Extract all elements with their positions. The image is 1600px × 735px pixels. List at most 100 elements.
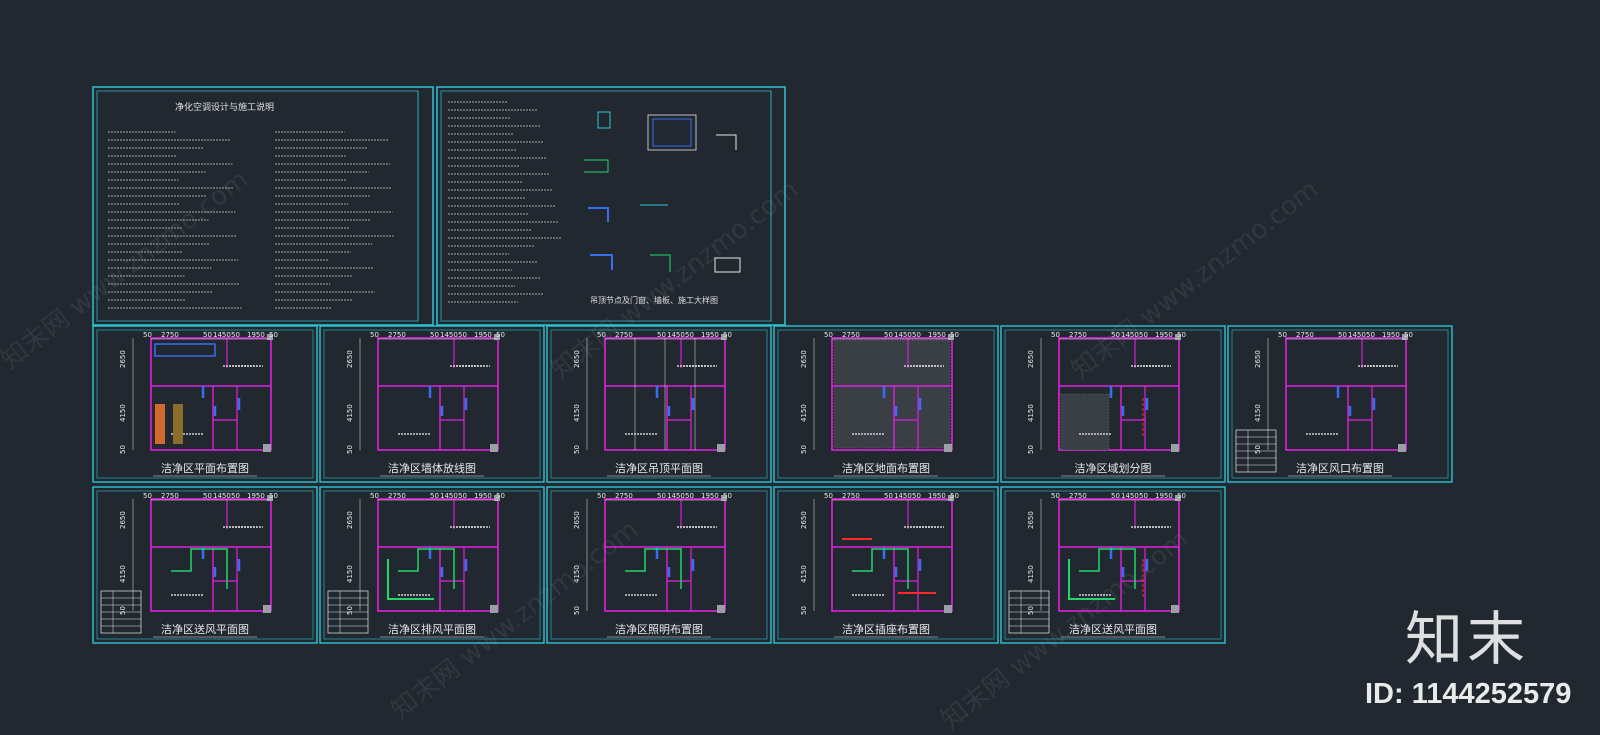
dimension-label: 1450 (213, 492, 231, 500)
dimension-label: 2750 (615, 331, 633, 339)
dimension-label: 50 (884, 331, 893, 339)
drawing-sheet[interactable]: 50 2750 50 1450 50 1950 502650415050洁净区插座布置图 (773, 486, 999, 644)
dimension-label: 50 (458, 492, 467, 500)
dimension-label: 2750 (842, 331, 860, 339)
dimension-label: 50 (496, 492, 505, 500)
legend-table (327, 590, 369, 634)
dimension-label: 50 (1027, 606, 1035, 615)
dimension-label: 50 (143, 492, 152, 500)
dimension-label: 4150 (573, 404, 581, 422)
dimension-label: 4150 (1027, 565, 1035, 583)
dimension-label: 50 (346, 445, 354, 454)
dimension-label: 50 (119, 606, 127, 615)
dimension-label: 1950 (1382, 331, 1400, 339)
sheet-title: 洁净区风口布置图 (1296, 461, 1384, 475)
dimension-label: 50 (496, 331, 505, 339)
sheet-title: 洁净区吊顶平面图 (615, 461, 703, 475)
dimension-label: 4150 (1027, 404, 1035, 422)
sheet-title: 洁净区域划分图 (1075, 461, 1152, 475)
dimension-label: 50 (597, 492, 606, 500)
dimension-label: 2750 (161, 331, 179, 339)
dimension-label: 1450 (1121, 331, 1139, 339)
dimension-label: 2650 (346, 511, 354, 529)
dimension-label: 4150 (1254, 404, 1262, 422)
sheet-title: 洁净区平面布置图 (161, 461, 249, 475)
dimension-label: 2650 (1254, 350, 1262, 368)
notes-sheet[interactable]: 净化空调设计与施工说明 (92, 86, 434, 326)
sheet-title: 洁净区墙体放线图 (388, 461, 476, 475)
notes-text-block (108, 131, 394, 309)
dimension-label: 4150 (346, 404, 354, 422)
dimension-label: 2750 (615, 492, 633, 500)
drawing-sheet[interactable]: 50 2750 50 1450 50 1950 502650415050洁净区平面布置图 (92, 325, 318, 483)
legend-table (1235, 429, 1277, 473)
dimension-label: 50 (203, 331, 212, 339)
dimension-label: 50 (597, 331, 606, 339)
dimension-label: 1950 (701, 331, 719, 339)
drawing-sheet[interactable]: 50 2750 50 1450 50 1950 502650415050洁净区送风平面图 (1000, 486, 1226, 644)
dimension-label: 50 (1254, 445, 1262, 454)
dimension-label: 2650 (346, 350, 354, 368)
dimension-label: 50 (203, 492, 212, 500)
dimension-label: 50 (231, 331, 240, 339)
drawing-sheet[interactable]: 50 2750 50 1450 50 1950 502650415050洁净区送风平面图 (92, 486, 318, 644)
dimension-label: 2650 (800, 350, 808, 368)
dimension-label: 50 (430, 331, 439, 339)
dimension-label: 50 (824, 492, 833, 500)
dimension-label: 2650 (800, 511, 808, 529)
dimension-label: 50 (231, 492, 240, 500)
details-sheet[interactable]: 吊顶节点及门窗、墙板、施工大样图 (436, 86, 786, 326)
drawing-sheet[interactable]: 50 2750 50 1450 50 1950 502650415050洁净区地面布置图 (773, 325, 999, 483)
image-id-label: ID: 1144252579 (1365, 678, 1572, 710)
floor-plan (1285, 334, 1408, 452)
dimension-label: 50 (1278, 331, 1287, 339)
dimension-label: 50 (912, 331, 921, 339)
dimension-label: 50 (1366, 331, 1375, 339)
dimension-label: 50 (1111, 331, 1120, 339)
brand-logo: 知末 (1405, 605, 1530, 673)
dimension-label: 50 (370, 331, 379, 339)
dimension-label: 1450 (213, 331, 231, 339)
dimension-label: 50 (950, 331, 959, 339)
dimension-label: 1950 (1155, 331, 1173, 339)
drawing-sheets-group: 50 2750 50 1450 50 1950 502650415050洁净区平面布置图50… (92, 325, 1453, 644)
dimension-label: 50 (370, 492, 379, 500)
dimension-label: 50 (346, 606, 354, 615)
floor-plan (150, 495, 273, 613)
drawing-sheet[interactable]: 50 2750 50 1450 50 1950 502650415050洁净区墙体放线图 (319, 325, 545, 483)
dimension-label: 50 (657, 492, 666, 500)
dimension-label: 2650 (119, 350, 127, 368)
dimension-label: 2650 (1027, 350, 1035, 368)
dimension-label: 1950 (701, 492, 719, 500)
dimension-label: 50 (685, 492, 694, 500)
dimension-label: 50 (1177, 492, 1186, 500)
dimension-label: 50 (1027, 445, 1035, 454)
sheet-title: 洁净区排风平面图 (388, 622, 476, 636)
floor-plan (831, 495, 954, 613)
dimension-label: 50 (1139, 331, 1148, 339)
dimension-label: 4150 (119, 565, 127, 583)
dimension-label: 50 (1051, 492, 1060, 500)
dimension-label: 50 (119, 445, 127, 454)
dimension-label: 1450 (667, 331, 685, 339)
dimension-label: 2750 (842, 492, 860, 500)
dimension-label: 4150 (800, 404, 808, 422)
dimension-label: 1950 (247, 331, 265, 339)
details-sheet-caption: 吊顶节点及门窗、墙板、施工大样图 (590, 295, 718, 305)
dimension-label: 50 (824, 331, 833, 339)
dimension-label: 1450 (894, 492, 912, 500)
dimension-label: 1450 (1348, 331, 1366, 339)
notes-sheet-title: 净化空调设计与施工说明 (175, 101, 274, 113)
sheet-title: 洁净区送风平面图 (161, 622, 249, 636)
dimension-label: 1450 (1121, 492, 1139, 500)
dimension-label: 50 (884, 492, 893, 500)
dimension-label: 50 (1338, 331, 1347, 339)
drawing-sheet[interactable]: 50 2750 50 1450 50 1950 502650415050洁净区风口布置图 (1227, 325, 1453, 483)
dimension-label: 50 (1404, 331, 1413, 339)
dimension-label: 1950 (1155, 492, 1173, 500)
dimension-label: 1950 (928, 331, 946, 339)
dimension-label: 50 (685, 331, 694, 339)
dimension-label: 2650 (119, 511, 127, 529)
floor-plan (377, 334, 500, 452)
dimension-label: 4150 (573, 565, 581, 583)
